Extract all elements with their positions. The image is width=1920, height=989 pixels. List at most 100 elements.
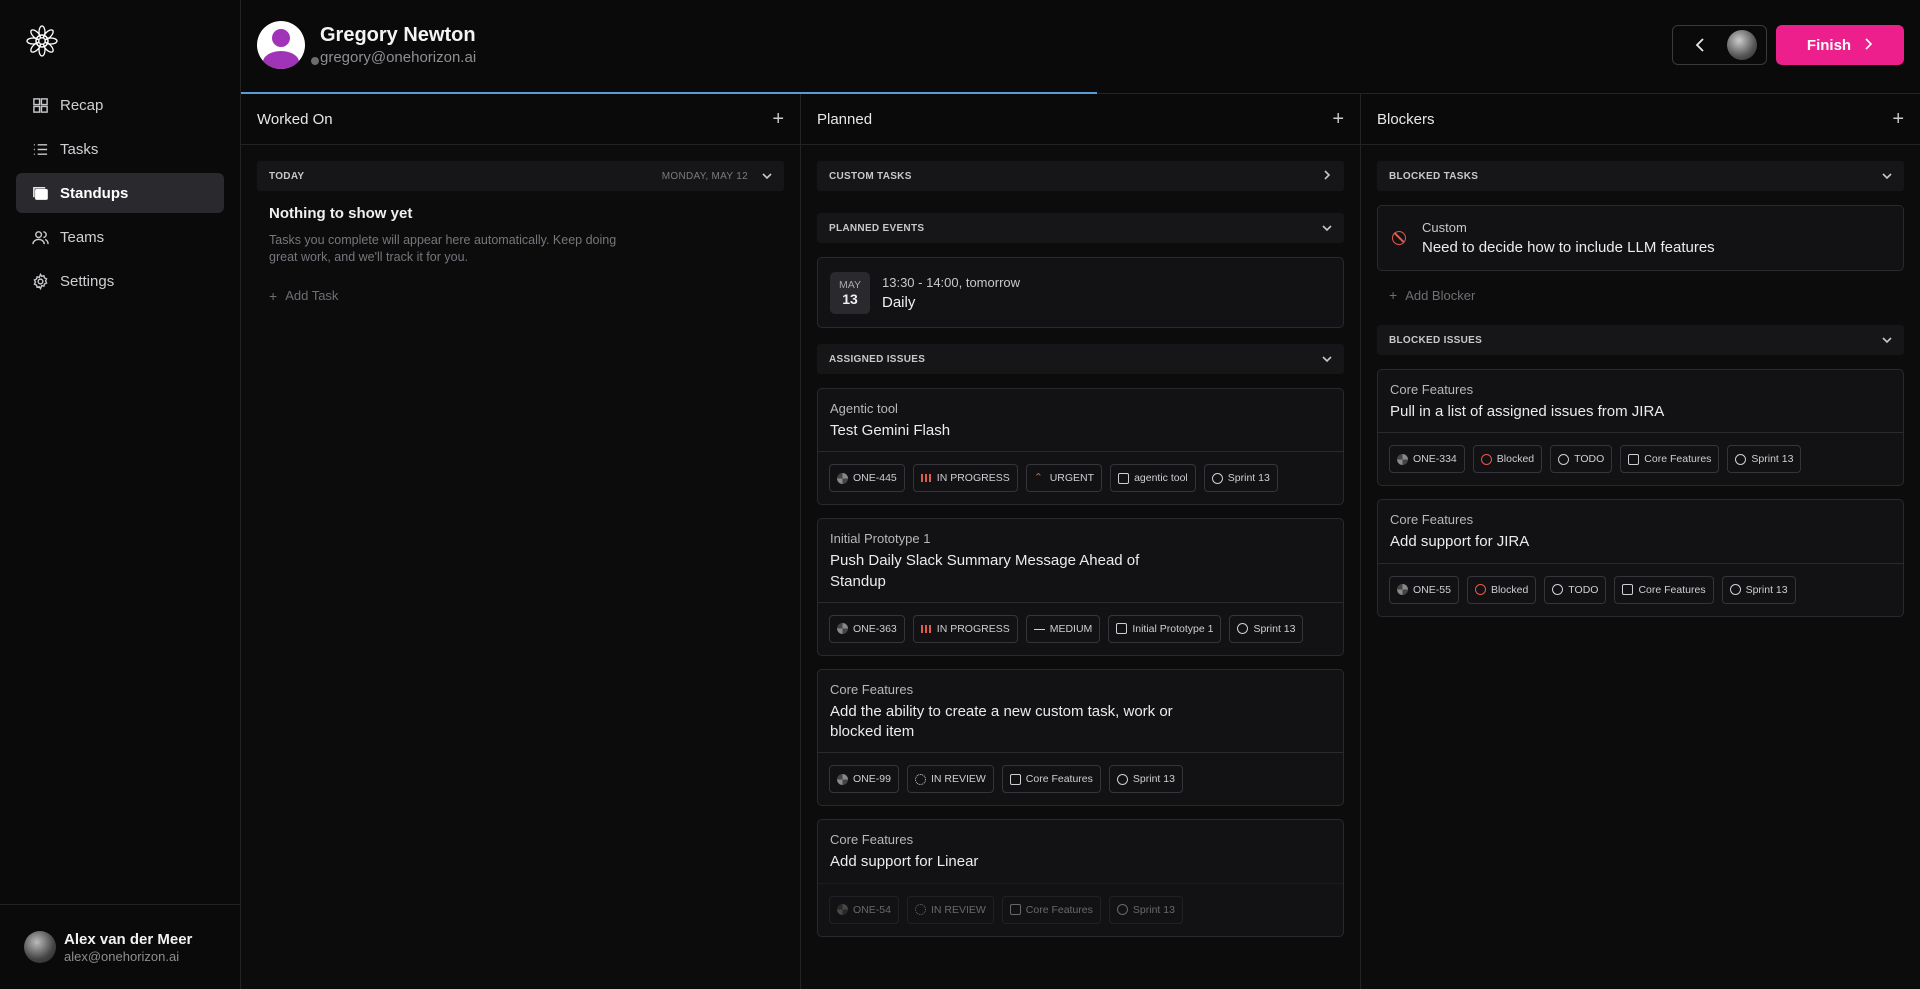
box-icon: [1116, 623, 1128, 635]
issue-id-tag[interactable]: ONE-55: [1389, 575, 1459, 604]
issue-id-tag[interactable]: ONE-54: [829, 895, 899, 924]
tag-label: Sprint 13: [1253, 622, 1296, 635]
label-tag[interactable]: Core Features: [1001, 895, 1101, 924]
chevron-down-icon: [1322, 223, 1332, 233]
add-blocker-button[interactable]: + Add Blocker: [1389, 287, 1904, 303]
issue-card[interactable]: Agentic tool Test Gemini Flash ONE-445 I…: [817, 388, 1344, 506]
recap-icon: [33, 97, 48, 113]
previous-member-button[interactable]: [1672, 25, 1767, 65]
issue-id-tag[interactable]: ONE-334: [1389, 445, 1465, 474]
status-tag[interactable]: IN PROGRESS: [912, 614, 1018, 643]
urgent-icon: ⌃: [1033, 471, 1043, 484]
sidebar-item-teams[interactable]: Teams: [16, 217, 224, 257]
event-time: 13:30 - 14:00, tomorrow: [882, 274, 1021, 290]
sidebar-item-standups[interactable]: Standups: [16, 173, 224, 213]
standup-header: Gregory Newton gregory@onehorizon.ai Fin…: [241, 0, 1920, 94]
tag-label: IN PROGRESS: [936, 622, 1010, 635]
column-worked-on: Worked On + TODAY MONDAY, MAY 12 Nothing…: [241, 94, 801, 989]
column-body: CUSTOM TASKS PLANNED EVENTS MAY 13 13:30…: [801, 145, 1360, 989]
sprint-tag[interactable]: Sprint 13: [1721, 575, 1796, 604]
add-icon[interactable]: +: [1332, 108, 1344, 131]
timer-icon: [1211, 472, 1223, 484]
finish-label: Finish: [1806, 36, 1852, 54]
member-name: Gregory Newton: [320, 24, 476, 46]
status-tag[interactable]: IN PROGRESS: [912, 464, 1018, 493]
current-user[interactable]: Alex van der Meer alex@onehorizon.ai: [0, 904, 240, 989]
chevron-down-icon: [762, 171, 772, 181]
sprint-tag[interactable]: Sprint 13: [1108, 895, 1183, 924]
label-tag[interactable]: Core Features: [1614, 575, 1714, 604]
issue-card[interactable]: Core Features Add support for Linear ONE…: [817, 819, 1344, 937]
finish-button[interactable]: Finish: [1776, 25, 1904, 65]
chevron-right-icon: [1322, 169, 1332, 183]
issue-card[interactable]: Core Features Pull in a list of assigned…: [1377, 369, 1904, 487]
priority-tag[interactable]: MEDIUM: [1025, 614, 1101, 643]
label-tag[interactable]: Core Features: [1001, 765, 1101, 794]
section-date: MONDAY, MAY 12: [661, 170, 748, 182]
tag-label: IN REVIEW: [930, 903, 986, 916]
sidebar-item-label: Tasks: [60, 140, 99, 158]
issue-project: Core Features: [1390, 512, 1474, 528]
box-icon: [1009, 904, 1021, 915]
issue-icon: [1397, 453, 1408, 465]
timer-icon: [1116, 773, 1128, 785]
standups-icon: [33, 186, 48, 200]
add-task-button[interactable]: + Add Task: [269, 288, 784, 304]
state-tag[interactable]: TODO: [1550, 445, 1613, 474]
box-icon: [1622, 584, 1634, 595]
section-blocked-issues[interactable]: BLOCKED ISSUES: [1377, 325, 1904, 355]
blocked-tag[interactable]: Blocked: [1472, 445, 1543, 474]
issue-id-tag[interactable]: ONE-99: [829, 765, 899, 794]
issue-title: Test Gemini Flash: [830, 422, 951, 439]
issue-card[interactable]: Core Features Add support for JIRA ONE-5…: [1377, 499, 1904, 617]
issue-card[interactable]: Initial Prototype 1 Push Daily Slack Sum…: [817, 518, 1344, 656]
sprint-tag[interactable]: Sprint 13: [1229, 614, 1304, 643]
app-logo-icon[interactable]: [26, 25, 58, 57]
issue-icon: [837, 623, 848, 635]
section-blocked-tasks[interactable]: BLOCKED TASKS: [1377, 161, 1904, 191]
tag-label: Core Features: [1638, 583, 1706, 596]
issue-card[interactable]: Core Features Add the ability to create …: [817, 668, 1344, 807]
issue-id-tag[interactable]: ONE-363: [829, 614, 905, 643]
standup-progress-bar: [241, 92, 1098, 94]
event-card[interactable]: MAY 13 13:30 - 14:00, tomorrow Daily: [817, 257, 1344, 328]
sprint-tag[interactable]: Sprint 13: [1203, 464, 1278, 493]
sidebar-item-settings[interactable]: Settings: [16, 261, 224, 301]
tag-label: Core Features: [1025, 903, 1093, 916]
in-review-icon: [914, 904, 926, 915]
label-tag[interactable]: agentic tool: [1110, 464, 1196, 493]
section-custom-tasks[interactable]: CUSTOM TASKS: [817, 161, 1344, 191]
section-assigned-issues[interactable]: ASSIGNED ISSUES: [817, 344, 1344, 374]
state-tag[interactable]: TODO: [1544, 575, 1607, 604]
status-tag[interactable]: IN REVIEW: [906, 895, 994, 924]
in-progress-icon: [920, 474, 932, 483]
event-title: Daily: [882, 293, 916, 311]
sidebar-item-tasks[interactable]: Tasks: [16, 129, 224, 169]
section-planned-events[interactable]: PLANNED EVENTS: [817, 213, 1344, 243]
blocked-tag[interactable]: Blocked: [1466, 575, 1537, 604]
timer-icon: [1116, 904, 1128, 915]
add-icon[interactable]: +: [772, 108, 784, 131]
issue-title: Add support for Linear: [830, 853, 979, 871]
empty-state-text: Tasks you complete will appear here auto…: [269, 233, 617, 264]
blocked-icon: [1474, 584, 1486, 595]
tag-label: ONE-55: [1413, 583, 1451, 596]
user-name: Alex van der Meer: [64, 930, 193, 948]
sidebar-item-recap[interactable]: Recap: [16, 85, 224, 125]
tag-label: Blocked: [1496, 453, 1535, 466]
sprint-tag[interactable]: Sprint 13: [1108, 765, 1183, 794]
issue-id-tag[interactable]: ONE-445: [829, 464, 905, 493]
status-tag[interactable]: IN REVIEW: [906, 765, 994, 794]
blocker-card[interactable]: Custom Need to decide how to include LLM…: [1377, 205, 1904, 271]
priority-tag[interactable]: ⌃ URGENT: [1025, 464, 1103, 493]
tag-label: ONE-445: [853, 472, 897, 485]
list-icon: [33, 143, 48, 155]
add-icon[interactable]: +: [1892, 108, 1904, 131]
label-tag[interactable]: Core Features: [1620, 445, 1720, 474]
sprint-tag[interactable]: Sprint 13: [1727, 445, 1802, 474]
avatar: [1727, 30, 1757, 60]
issue-title: Add support for JIRA: [1390, 533, 1530, 551]
label-tag[interactable]: Initial Prototype 1: [1108, 614, 1222, 643]
section-today[interactable]: TODAY MONDAY, MAY 12: [257, 161, 784, 191]
tag-label: Blocked: [1490, 583, 1529, 596]
